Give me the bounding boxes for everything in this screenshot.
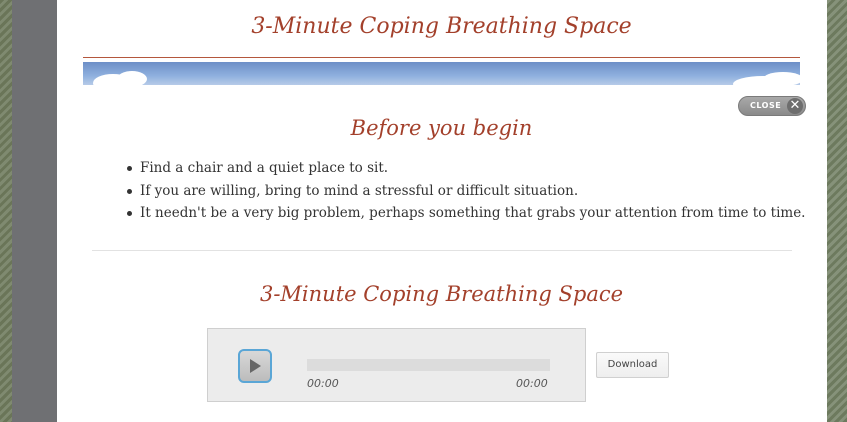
audio-heading: 3-Minute Coping Breathing Space bbox=[259, 282, 624, 306]
sky-banner-image bbox=[83, 62, 800, 85]
close-button[interactable]: CLOSE ✕ bbox=[738, 96, 806, 116]
modal-page: 3-Minute Coping Breathing Space CLOSE ✕ … bbox=[57, 0, 827, 422]
intro-heading: Before you begin bbox=[350, 116, 533, 140]
play-icon bbox=[250, 359, 261, 373]
current-time: 00:00 bbox=[307, 377, 339, 390]
list-item: It needn't be a very big problem, perhap… bbox=[127, 203, 807, 226]
title-divider bbox=[83, 57, 800, 58]
progress-bar[interactable] bbox=[307, 359, 550, 371]
section-divider bbox=[92, 250, 792, 251]
list-item: Find a chair and a quiet place to sit. bbox=[127, 158, 807, 181]
modal-overlay bbox=[12, 0, 57, 422]
duration-time: 00:00 bbox=[516, 377, 548, 390]
close-button-label: CLOSE bbox=[750, 101, 782, 110]
audio-player: 00:00 00:00 bbox=[207, 328, 586, 402]
intro-list: Find a chair and a quiet place to sit. I… bbox=[127, 158, 807, 226]
list-item: If you are willing, bring to mind a stre… bbox=[127, 181, 807, 204]
close-icon: ✕ bbox=[787, 98, 803, 114]
page-title: 3-Minute Coping Breathing Space bbox=[251, 14, 632, 39]
download-button[interactable]: Download bbox=[596, 352, 669, 378]
play-button[interactable] bbox=[238, 349, 272, 383]
